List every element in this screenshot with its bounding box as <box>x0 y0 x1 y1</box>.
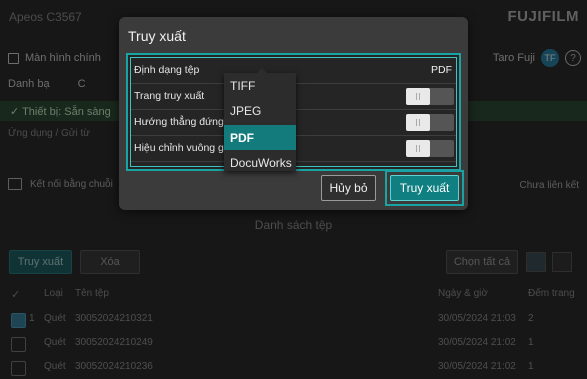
file-format-label: Định dạng tệp <box>134 64 200 76</box>
dialog-title: Truy xuất <box>128 28 186 44</box>
retrieve-button-focus: Truy xuất <box>385 170 464 206</box>
format-option-tiff[interactable]: TIFF <box>224 73 296 98</box>
format-option-pdf[interactable]: PDF <box>224 125 296 150</box>
vertical-orientation-label: Hướng thẳng đứng t <box>134 116 230 128</box>
file-format-value[interactable]: PDF <box>431 64 452 76</box>
retrieve-pages-toggle[interactable] <box>406 88 454 105</box>
format-option-docuworks[interactable]: DocuWorks <box>224 150 296 171</box>
retrieve-pages-label: Trang truy xuất <box>134 90 205 102</box>
cancel-button[interactable]: Hủy bỏ <box>321 175 376 201</box>
toggle-knob <box>406 114 430 131</box>
format-option-jpeg[interactable]: JPEG <box>224 98 296 123</box>
vertical-orientation-toggle[interactable] <box>406 114 454 131</box>
skew-correction-label: Hiệu chỉnh vuông gó <box>134 142 230 154</box>
toggle-knob <box>406 88 430 105</box>
skew-correction-toggle[interactable] <box>406 140 454 157</box>
retrieve-button[interactable]: Truy xuất <box>390 175 459 201</box>
toggle-knob <box>406 140 430 157</box>
file-format-dropdown: TIFF JPEG PDF DocuWorks <box>224 68 296 171</box>
